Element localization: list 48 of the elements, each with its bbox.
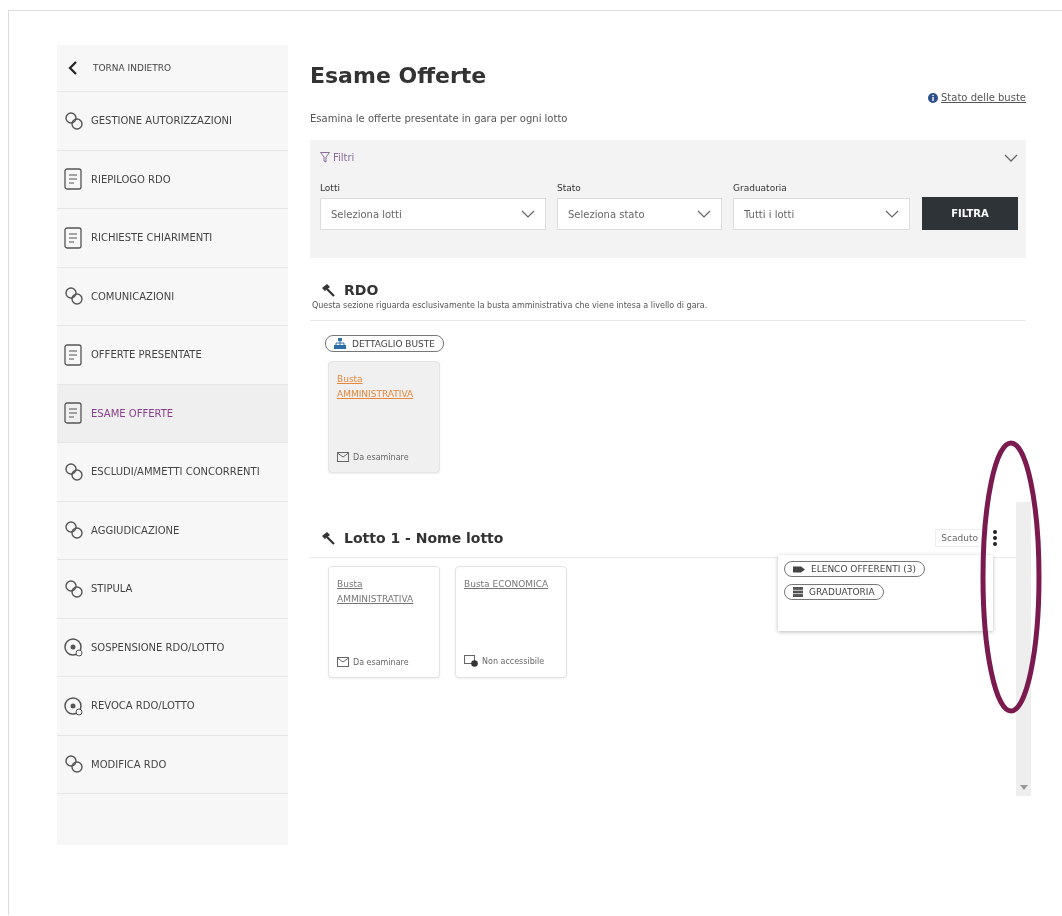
dropdown-icon [885,210,899,218]
menu-item-icon [63,167,85,192]
select-field[interactable]: Seleziona lotti [320,198,546,230]
field-label: Graduatoria [733,183,788,193]
envelope-link[interactable]: Busta AMMINISTRATIVA [337,577,431,608]
select-field[interactable]: Tutti i lotti [733,198,910,230]
section-title: Lotto 1 - Nome lotto [344,530,504,546]
dropdown-icon [697,210,711,218]
field-label: Stato [557,183,582,193]
status-link[interactable]: Stato delle buste [928,92,1026,103]
menu-item[interactable]: ELENCO OFFERENTI (3) [784,561,925,577]
status-badge: Scaduto [935,529,984,547]
filter-button[interactable]: FILTRA [922,197,1018,230]
envelope-status: Da esaminare [353,657,409,667]
filters-toggle[interactable]: Filtri [320,152,355,163]
menu-item-icon [63,225,85,250]
menu-item-icon [63,342,85,367]
field-label: Lotti [320,183,341,193]
hierarchy-icon [334,338,346,349]
dropdown-icon [521,210,535,218]
menu-item-icon [63,401,85,426]
section-description: Questa sezione riguarda esclusivamente la busta amministrativa che viene intesa a livello di gara. [312,301,709,310]
detail-button[interactable]: DETTAGLIO BUSTE [325,335,444,352]
list-icon [793,587,803,597]
section-title: RDO [344,282,379,298]
envelope-card[interactable]: Busta AMMINISTRATIVA Da esaminare [328,361,440,473]
sidebar-item[interactable]: ESAME OFFERTE [57,384,288,443]
select-field[interactable]: Seleziona stato [557,198,722,230]
locked-envelope-icon [464,655,478,667]
gavel-icon [320,531,336,545]
envelope-card[interactable]: Busta AMMINISTRATIVA Da esaminare [328,566,440,678]
tag-icon [793,564,805,574]
menu-item[interactable]: GRADUATORIA [784,584,884,600]
more-icon[interactable] [992,529,998,547]
envelope-status: Non accessibile [482,656,545,666]
envelope-status: Da esaminare [353,452,409,462]
envelope-card[interactable]: Busta ECONOMICA Non accessibile [455,566,567,678]
scrollbar[interactable] [1016,502,1031,796]
gavel-icon [320,283,336,297]
page-subtitle: Esamina le offerte presentate in gara per ogni lotto [310,113,569,124]
filter-icon [320,152,330,163]
page-title: Esame Offerte [310,63,488,88]
menu-item-icon [63,635,85,660]
envelope-link[interactable]: Busta ECONOMICA [464,577,558,593]
info-icon [928,92,938,103]
envelope-icon [337,657,349,667]
envelope-icon [337,452,349,462]
chevron-icon[interactable] [1004,153,1018,162]
